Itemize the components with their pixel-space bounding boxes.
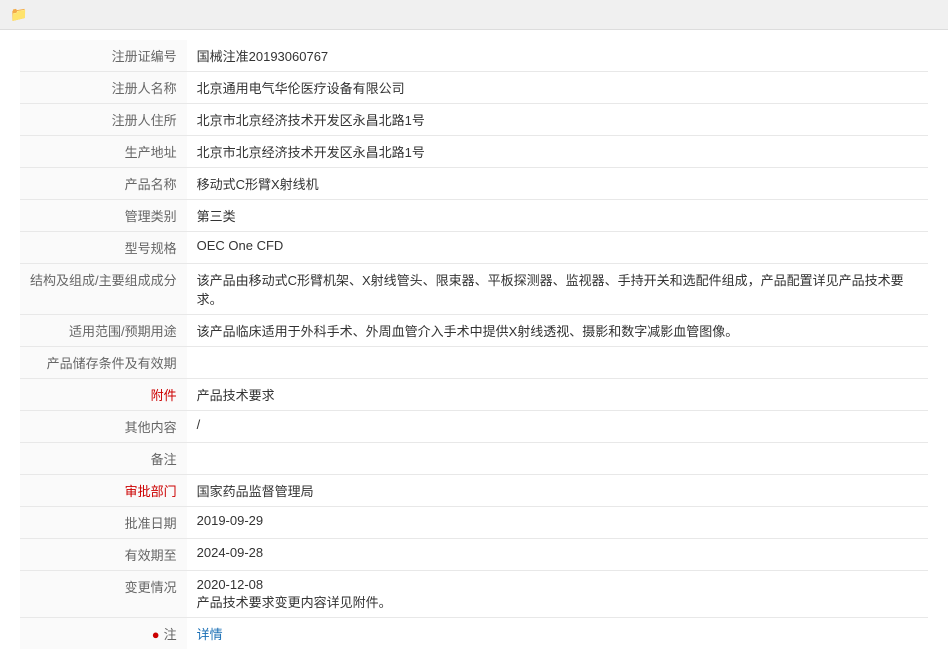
field-label: 附件 — [20, 379, 187, 411]
field-label: 注册人住所 — [20, 104, 187, 136]
field-value: 国家药品监督管理局 — [187, 475, 928, 507]
field-value: 北京市北京经济技术开发区永昌北路1号 — [187, 104, 928, 136]
field-value — [187, 347, 928, 379]
field-label: 注册人名称 — [20, 72, 187, 104]
table-row: 注册证编号国械注准20193060767 — [20, 40, 928, 72]
table-row: 有效期至2024-09-28 — [20, 539, 928, 571]
note-value[interactable]: 详情 — [187, 618, 928, 650]
table-row: 批准日期2019-09-29 — [20, 507, 928, 539]
field-value: 产品技术要求 — [187, 379, 928, 411]
field-value: 2024-09-28 — [187, 539, 928, 571]
field-value: 北京通用电气华伦医疗设备有限公司 — [187, 72, 928, 104]
field-label: 产品储存条件及有效期 — [20, 347, 187, 379]
field-label: 注册证编号 — [20, 40, 187, 72]
table-row: 结构及组成/主要组成成分该产品由移动式C形臂机架、X射线管头、限束器、平板探测器… — [20, 264, 928, 315]
field-label: 产品名称 — [20, 168, 187, 200]
table-row: 审批部门国家药品监督管理局 — [20, 475, 928, 507]
field-label: 生产地址 — [20, 136, 187, 168]
field-value: OEC One CFD — [187, 232, 928, 264]
field-value: 2020-12-08产品技术要求变更内容详见附件。 — [187, 571, 928, 618]
table-row: 型号规格OEC One CFD — [20, 232, 928, 264]
field-value: 该产品临床适用于外科手术、外周血管介入手术中提供X射线透视、摄影和数字减影血管图… — [187, 315, 928, 347]
table-row: 生产地址北京市北京经济技术开发区永昌北路1号 — [20, 136, 928, 168]
note-detail-link[interactable]: 详情 — [197, 627, 223, 642]
table-row: 产品名称移动式C形臂X射线机 — [20, 168, 928, 200]
note-label: ●注 — [20, 618, 187, 650]
field-value: 该产品由移动式C形臂机架、X射线管头、限束器、平板探测器、监视器、手持开关和选配… — [187, 264, 928, 315]
field-label: 有效期至 — [20, 539, 187, 571]
table-row: 附件产品技术要求 — [20, 379, 928, 411]
table-row: 管理类别第三类 — [20, 200, 928, 232]
note-bullet: ● — [152, 627, 160, 642]
note-row: ●注详情 — [20, 618, 928, 650]
field-label: 型号规格 — [20, 232, 187, 264]
table-row: 备注 — [20, 443, 928, 475]
field-value — [187, 443, 928, 475]
field-value: 移动式C形臂X射线机 — [187, 168, 928, 200]
table-row: 变更情况2020-12-08产品技术要求变更内容详见附件。 — [20, 571, 928, 618]
field-value: 国械注准20193060767 — [187, 40, 928, 72]
field-value: 北京市北京经济技术开发区永昌北路1号 — [187, 136, 928, 168]
field-label: 其他内容 — [20, 411, 187, 443]
page-header: 📁 — [0, 0, 948, 30]
field-value: 2019-09-29 — [187, 507, 928, 539]
folder-icon: 📁 — [10, 6, 27, 23]
field-label: 管理类别 — [20, 200, 187, 232]
field-label: 适用范围/预期用途 — [20, 315, 187, 347]
field-label: 备注 — [20, 443, 187, 475]
table-row: 适用范围/预期用途该产品临床适用于外科手术、外周血管介入手术中提供X射线透视、摄… — [20, 315, 928, 347]
field-label: 审批部门 — [20, 475, 187, 507]
field-label: 结构及组成/主要组成成分 — [20, 264, 187, 315]
table-row: 产品储存条件及有效期 — [20, 347, 928, 379]
field-value: / — [187, 411, 928, 443]
field-label: 变更情况 — [20, 571, 187, 618]
table-row: 注册人名称北京通用电气华伦医疗设备有限公司 — [20, 72, 928, 104]
content-area: 注册证编号国械注准20193060767注册人名称北京通用电气华伦医疗设备有限公… — [0, 30, 948, 659]
field-label: 批准日期 — [20, 507, 187, 539]
field-value: 第三类 — [187, 200, 928, 232]
table-row: 其他内容/ — [20, 411, 928, 443]
table-row: 注册人住所北京市北京经济技术开发区永昌北路1号 — [20, 104, 928, 136]
